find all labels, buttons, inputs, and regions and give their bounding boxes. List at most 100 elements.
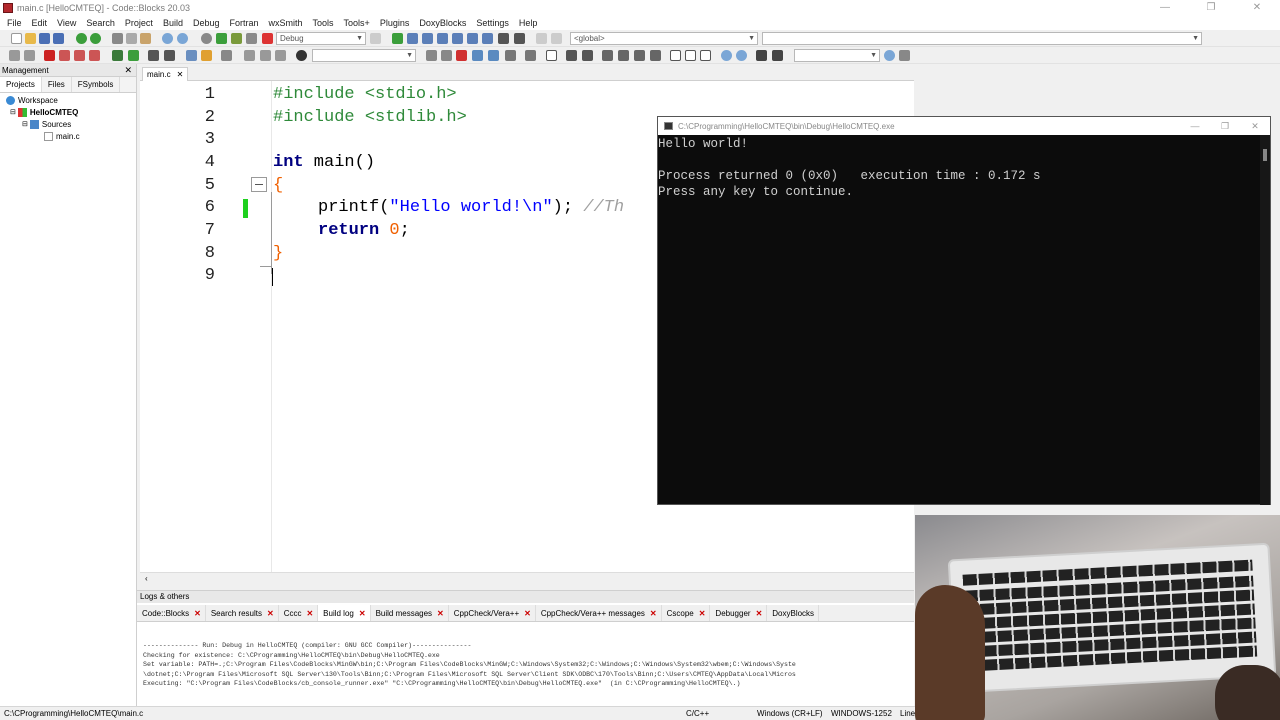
back-icon[interactable] [9, 50, 20, 61]
console-minimize-button[interactable]: — [1180, 117, 1210, 135]
jump-forward-icon[interactable] [275, 50, 286, 61]
jump-icon[interactable] [260, 50, 271, 61]
console-close-button[interactable]: ✕ [1240, 117, 1270, 135]
build-gear-icon[interactable] [201, 33, 212, 44]
paste-icon[interactable] [140, 33, 151, 44]
bookmark-clear-icon[interactable] [89, 50, 100, 61]
jump-back-icon[interactable] [244, 50, 255, 61]
tree-project[interactable]: ⊟ HelloCMTEQ [10, 106, 78, 118]
replace-icon[interactable] [177, 33, 188, 44]
next-line-icon[interactable] [422, 33, 433, 44]
zoom-in-icon[interactable] [721, 50, 732, 61]
debug-continue-icon[interactable] [392, 33, 403, 44]
menu-fortran[interactable]: Fortran [224, 18, 263, 28]
tab-build-messages[interactable]: Build messages ✕ [371, 605, 449, 621]
tab-projects[interactable]: Projects [0, 77, 42, 92]
tree-workspace[interactable]: Workspace [6, 94, 58, 106]
stop-debugger-icon[interactable] [514, 33, 525, 44]
bookmark-next-icon[interactable] [74, 50, 85, 61]
tab-build-log[interactable]: Build log ✕ [318, 605, 371, 621]
menu-plugins[interactable]: Plugins [375, 18, 415, 28]
menu-build[interactable]: Build [158, 18, 188, 28]
open-folder-icon[interactable] [25, 33, 36, 44]
scroll-left-icon[interactable]: ‹ [145, 574, 148, 583]
tab-doxyblocks[interactable]: DoxyBlocks [767, 605, 820, 621]
menu-help[interactable]: Help [514, 18, 543, 28]
console-window[interactable]: C:\CProgramming\HelloCMTEQ\bin\Debug\Hel… [657, 116, 1271, 505]
tab-cppcheck[interactable]: CppCheck/Vera++ ✕ [449, 605, 536, 621]
console-maximize-button[interactable]: ❐ [1210, 117, 1240, 135]
build-run-icon[interactable] [231, 33, 242, 44]
tab-cppcheck-messages[interactable]: CppCheck/Vera++ messages ✕ [536, 605, 662, 621]
code-completion-icon[interactable] [201, 50, 212, 61]
run-icon[interactable] [216, 33, 227, 44]
menu-edit[interactable]: Edit [27, 18, 53, 28]
zoom-out-icon[interactable] [736, 50, 747, 61]
find-icon[interactable] [162, 33, 173, 44]
minimize-button[interactable]: — [1142, 0, 1188, 16]
next-instruction-icon[interactable] [467, 33, 478, 44]
symbol-search-input[interactable]: ▼ [794, 49, 880, 62]
box-icon[interactable] [670, 50, 681, 61]
table4-icon[interactable] [650, 50, 661, 61]
function-select[interactable]: ▼ [762, 32, 1202, 45]
select-icon[interactable] [221, 50, 232, 61]
menu-doxyblocks[interactable]: DoxyBlocks [414, 18, 471, 28]
build-target-select[interactable]: Debug ▼ [276, 32, 366, 45]
spell-icon[interactable] [472, 50, 483, 61]
step-instruction-icon[interactable] [482, 33, 493, 44]
comment-icon[interactable] [148, 50, 159, 61]
fold-toggle-icon[interactable] [251, 177, 267, 192]
tab-codeblocks-log[interactable]: Code::Blocks ✕ [137, 605, 206, 621]
forward-icon[interactable] [24, 50, 35, 61]
save-icon[interactable] [39, 33, 50, 44]
target-options-icon[interactable] [370, 33, 381, 44]
box2-icon[interactable] [685, 50, 696, 61]
symbol-settings-icon[interactable] [899, 50, 910, 61]
tab-files[interactable]: Files [42, 77, 72, 92]
font-icon[interactable] [488, 50, 499, 61]
menu-tools[interactable]: Tools [308, 18, 339, 28]
run-file-icon[interactable] [128, 50, 139, 61]
menu-view[interactable]: View [52, 18, 81, 28]
tab-main-c[interactable]: main.c ✕ [142, 67, 189, 81]
collapse-icon[interactable]: ⊟ [22, 120, 28, 128]
tab-cscope[interactable]: Cscope ✕ [662, 605, 711, 621]
nav-forward-icon[interactable] [441, 50, 452, 61]
tab-fsymbols[interactable]: FSymbols [72, 77, 121, 92]
record-macro-icon[interactable] [296, 50, 307, 61]
match-brace-icon[interactable] [186, 50, 197, 61]
console-scrollbar[interactable] [1260, 135, 1270, 505]
box3-icon[interactable] [700, 50, 711, 61]
cut-icon[interactable] [112, 33, 123, 44]
menu-search[interactable]: Search [81, 18, 120, 28]
menu-debug[interactable]: Debug [188, 18, 225, 28]
tab-search-results[interactable]: Search results ✕ [206, 605, 279, 621]
uncomment-icon[interactable] [164, 50, 175, 61]
menu-settings[interactable]: Settings [471, 18, 514, 28]
tab-debugger[interactable]: Debugger ✕ [710, 605, 768, 621]
tree-file-main[interactable]: main.c [44, 130, 80, 142]
table-icon[interactable] [602, 50, 613, 61]
copy-icon[interactable] [126, 33, 137, 44]
close-button[interactable]: ✕ [1234, 0, 1280, 16]
new-file-icon[interactable] [11, 33, 22, 44]
scope-select[interactable]: <global> ▼ [570, 32, 758, 45]
grid-icon[interactable] [582, 50, 593, 61]
menu-project[interactable]: Project [120, 18, 158, 28]
compile-file-icon[interactable] [112, 50, 123, 61]
nav-back-icon[interactable] [426, 50, 437, 61]
layout-icon[interactable] [566, 50, 577, 61]
save-all-icon[interactable] [53, 33, 64, 44]
highlight-icon[interactable] [456, 50, 467, 61]
pointer-icon[interactable] [525, 50, 536, 61]
rect-icon[interactable] [546, 50, 557, 61]
tab-cccc[interactable]: Cccc ✕ [279, 605, 319, 621]
run-to-cursor-icon[interactable] [407, 33, 418, 44]
search-combo[interactable]: ▼ [312, 49, 416, 62]
debug-info-icon[interactable] [551, 33, 562, 44]
symbol-s-icon[interactable] [756, 50, 767, 61]
symbol-find-icon[interactable] [884, 50, 895, 61]
abort-icon[interactable] [262, 33, 273, 44]
menu-tools-plus[interactable]: Tools+ [339, 18, 375, 28]
